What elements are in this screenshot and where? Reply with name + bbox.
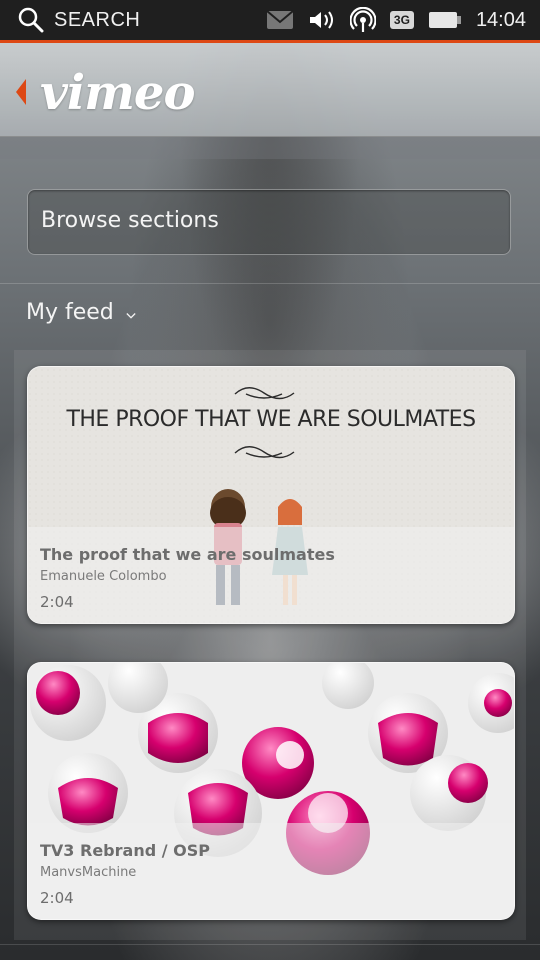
video-duration: 2:04 [40,889,74,907]
chevron-down-icon [126,312,136,319]
video-info-overlay: The proof that we are soulmates Emanuele… [28,527,514,623]
video-author: Emanuele Colombo [40,569,167,584]
mail-icon[interactable] [266,10,294,30]
search-label: SEARCH [54,8,141,31]
search-indicator[interactable]: SEARCH [18,6,140,34]
back-arrow-icon[interactable] [16,79,26,105]
header-divider [0,137,540,159]
video-title: TV3 Rebrand / OSP [40,841,210,860]
app-logo: vimeo [40,65,195,121]
app-header: vimeo [0,43,540,137]
status-bar: SEARCH 3G 14:04 [0,0,540,40]
thumbnail-title-text: THE PROOF THAT WE ARE SOULMATES [66,407,476,432]
browse-sections-label: Browse sections [41,208,219,233]
bottom-divider [0,944,540,945]
video-title: The proof that we are soulmates [40,545,335,564]
battery-icon[interactable] [428,10,462,30]
network-type-badge: 3G [389,11,414,29]
video-author: ManvsMachine [40,865,137,880]
video-duration: 2:04 [40,593,74,611]
section-divider [0,283,540,284]
clock[interactable]: 14:04 [476,9,526,32]
feed-label: My feed [26,300,114,325]
network-icon[interactable] [349,7,376,33]
search-icon [18,7,44,33]
video-info-overlay: TV3 Rebrand / OSP ManvsMachine 2:04 [28,823,514,919]
browse-sections-button[interactable]: Browse sections [27,189,511,255]
feed-selector[interactable]: My feed [26,300,136,325]
volume-icon[interactable] [308,9,336,31]
video-card[interactable]: THE PROOF THAT WE ARE SOULMATES The proo… [27,366,515,624]
video-card[interactable]: TV3 Rebrand / OSP ManvsMachine 2:04 [27,662,515,920]
